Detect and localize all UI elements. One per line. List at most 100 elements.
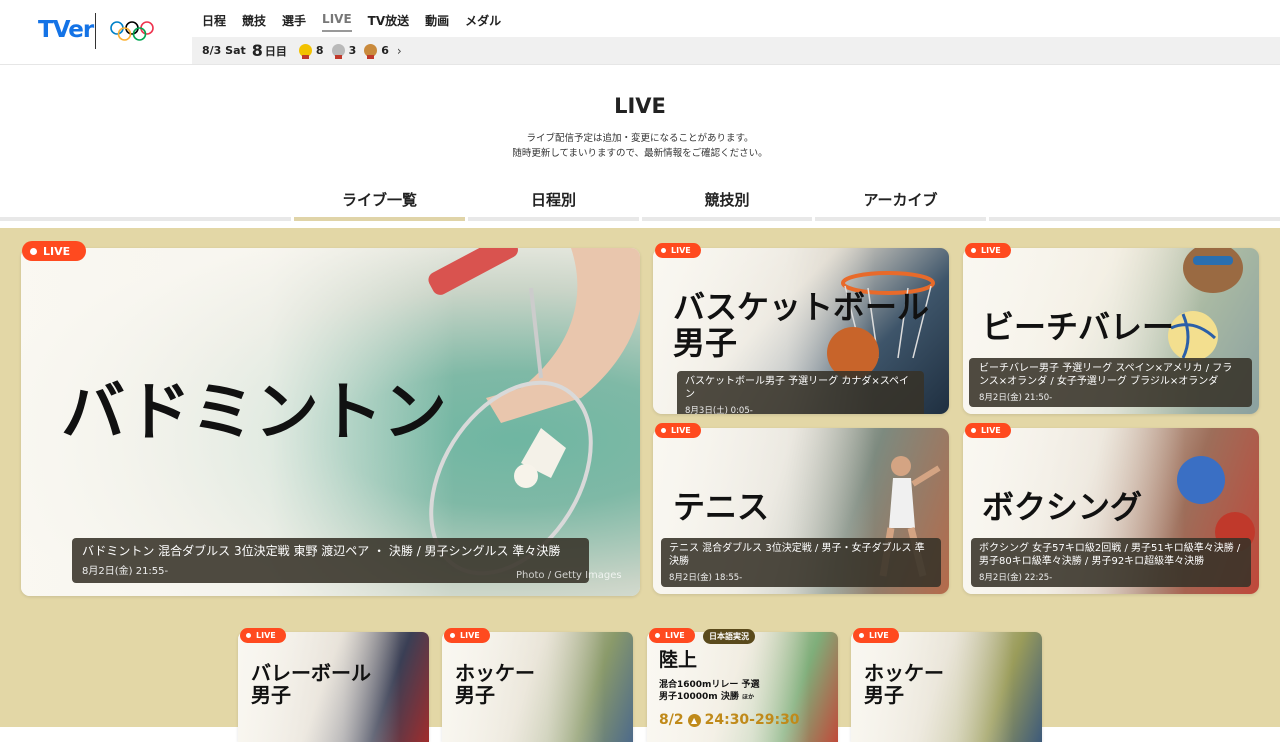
card-title-line-2: 男子 bbox=[864, 683, 904, 708]
bronze-medal-count: 6 bbox=[364, 44, 389, 59]
live-badge-text: LIVE bbox=[43, 244, 71, 258]
card-title: バレーボール 男子 bbox=[251, 662, 371, 707]
live-dot-icon bbox=[971, 248, 976, 253]
live-card-hockey-2[interactable]: ホッケー 男子 bbox=[851, 632, 1042, 742]
card-time: 8月2日(金) 18:55- bbox=[669, 573, 743, 583]
live-dot-icon bbox=[859, 633, 864, 638]
card-info-box: テニス 混合ダブルス 3位決定戦 / 男子・女子ダブルス 準決勝 8月2日(金)… bbox=[661, 538, 941, 587]
live-badge-text: LIVE bbox=[665, 631, 685, 640]
card-info-box: ボクシング 女子57キロ級2回戦 / 男子51キロ級準々決勝 / 男子80キロ級… bbox=[971, 538, 1251, 587]
tab-archive[interactable]: アーカイブ bbox=[815, 185, 986, 221]
card-time: 8月2日(金) 22:25- bbox=[979, 573, 1053, 583]
card-desc: バドミントン 混合ダブルス 3位決定戦 東野 渡辺ペア ・ 決勝 / 男子シング… bbox=[82, 544, 561, 558]
tab-by-sport[interactable]: 競技別 bbox=[642, 185, 812, 221]
card-title: バドミントン bbox=[61, 376, 447, 450]
card-subtitle-line-2: 男子10000m 決勝 ほか bbox=[659, 691, 760, 704]
live-badge: LIVE bbox=[444, 628, 490, 643]
bronze-medal-icon bbox=[364, 44, 378, 59]
nav-video[interactable]: 動画 bbox=[425, 12, 449, 32]
card-time: 8月2日(金) 21:55- bbox=[82, 566, 169, 577]
photo-credit: Photo / Getty Images bbox=[516, 570, 622, 581]
nav-schedule[interactable]: 日程 bbox=[202, 12, 226, 32]
card-subtitle-line-2-text: 男子10000m 決勝 bbox=[659, 692, 739, 702]
nav-sports[interactable]: 競技 bbox=[242, 12, 266, 32]
tab-by-date[interactable]: 日程別 bbox=[468, 185, 639, 221]
card-title: バスケットボール 男子 bbox=[673, 289, 929, 362]
live-dot-icon bbox=[661, 248, 666, 253]
japanese-commentary-badge: 日本語実況 bbox=[703, 629, 755, 644]
gold-count: 8 bbox=[315, 44, 324, 57]
card-info-box: ビーチバレー男子 予選リーグ スペイン×アメリカ / フランス×オランダ / 女… bbox=[969, 358, 1252, 407]
live-card-boxing[interactable]: ボクシング ボクシング 女子57キロ級2回戦 / 男子51キロ級準々決勝 / 男… bbox=[963, 428, 1259, 594]
card-title-line-1: ホッケー bbox=[864, 661, 944, 685]
live-badge-text: LIVE bbox=[671, 426, 691, 435]
logo-divider bbox=[95, 13, 96, 49]
nav-medals[interactable]: メダル bbox=[465, 12, 501, 32]
broadcast-time: 8/2 ▲ 24:30-29:30 bbox=[659, 712, 800, 728]
live-card-hockey-1[interactable]: ホッケー 男子 bbox=[442, 632, 633, 742]
live-dot-icon bbox=[450, 633, 455, 638]
silver-count: 3 bbox=[348, 44, 357, 57]
card-desc: テニス 混合ダブルス 3位決定戦 / 男子・女子ダブルス 準決勝 bbox=[669, 543, 925, 567]
broadcast-date: 8/2 bbox=[659, 712, 684, 728]
broadcast-time-range: 24:30-29:30 bbox=[704, 712, 800, 728]
chevron-right-icon[interactable]: › bbox=[397, 44, 402, 58]
nav-tv[interactable]: TV放送 bbox=[368, 12, 409, 32]
medal-bar[interactable]: 8/3 Sat 8 日目 8 3 6 › bbox=[192, 37, 1280, 64]
card-desc: バスケットボール男子 予選リーグ カナダ×スペイン bbox=[685, 376, 910, 400]
tver-logo-text: TVer bbox=[38, 17, 94, 43]
card-title-line-2: 男子 bbox=[455, 683, 495, 708]
card-title: ボクシング bbox=[982, 488, 1143, 526]
card-subtitle-more: ほか bbox=[741, 694, 754, 701]
card-time: 8月3日(土) 0:05- bbox=[685, 406, 753, 414]
live-badge-text: LIVE bbox=[256, 631, 276, 640]
card-title: テニス bbox=[673, 488, 770, 526]
live-badge-text: LIVE bbox=[869, 631, 889, 640]
live-badge: LIVE bbox=[649, 628, 695, 643]
live-badge-text: LIVE bbox=[671, 246, 691, 255]
tab-label: ライブ一覧 bbox=[341, 191, 417, 209]
tab-live-list[interactable]: ライブ一覧 bbox=[294, 185, 465, 221]
card-title-line-2: 男子 bbox=[251, 683, 291, 708]
card-info-box: バスケットボール男子 予選リーグ カナダ×スペイン 8月3日(土) 0:05- bbox=[677, 371, 924, 414]
live-dot-icon bbox=[971, 428, 976, 433]
medal-bar-date: 8/3 Sat bbox=[202, 44, 246, 57]
notice-line-2: 随時更新してまいりますので、最新情報をご確認ください。 bbox=[512, 148, 768, 159]
live-card-basketball[interactable]: バスケットボール 男子 バスケットボール男子 予選リーグ カナダ×スペイン 8月… bbox=[653, 248, 949, 414]
notice-line-1: ライブ配信予定は追加・変更になることがあります。 bbox=[526, 133, 754, 144]
live-content-area: バドミントン バドミントン 混合ダブルス 3位決定戦 東野 渡辺ペア ・ 決勝 … bbox=[0, 228, 1280, 742]
live-card-volleyball[interactable]: バレーボール 男子 bbox=[238, 632, 429, 742]
live-dot-icon bbox=[246, 633, 251, 638]
page-title: LIVE bbox=[614, 94, 666, 118]
main-nav: 日程 競技 選手 LIVE TV放送 動画 メダル bbox=[202, 12, 501, 32]
live-badge-text: LIVE bbox=[981, 426, 1001, 435]
card-info-box: バドミントン 混合ダブルス 3位決定戦 東野 渡辺ペア ・ 決勝 / 男子シング… bbox=[72, 538, 589, 583]
live-badge: LIVE bbox=[22, 241, 87, 261]
live-badge-text: LIVE bbox=[460, 631, 480, 640]
card-title-line-1: ホッケー bbox=[455, 661, 535, 685]
card-desc: ビーチバレー男子 予選リーグ スペイン×アメリカ / フランス×オランダ / 女… bbox=[979, 363, 1233, 387]
tab-label: 日程別 bbox=[530, 191, 576, 209]
tab-spacer-right bbox=[989, 185, 1280, 221]
nav-athletes[interactable]: 選手 bbox=[282, 12, 306, 32]
logo-area: TVer bbox=[0, 0, 192, 64]
card-subtitle-line-1: 混合1600mリレー 予選 bbox=[659, 680, 760, 690]
live-card-beachvolley[interactable]: ビーチバレー ビーチバレー男子 予選リーグ スペイン×アメリカ / フランス×オ… bbox=[963, 248, 1259, 414]
silver-medal-icon bbox=[331, 44, 345, 59]
tver-logo[interactable]: TVer bbox=[38, 17, 94, 43]
card-title-line-2: 男子 bbox=[673, 323, 738, 362]
live-card-tennis[interactable]: テニス テニス 混合ダブルス 3位決定戦 / 男子・女子ダブルス 準決勝 8月2… bbox=[653, 428, 949, 594]
card-title: ビーチバレー bbox=[982, 308, 1175, 346]
live-card-athletics[interactable]: 陸上 混合1600mリレー 予選 男子10000m 決勝 ほか 8/2 ▲ 24… bbox=[647, 632, 838, 742]
card-subtitle: 混合1600mリレー 予選 男子10000m 決勝 ほか bbox=[659, 679, 760, 704]
nav-live[interactable]: LIVE bbox=[322, 12, 352, 32]
live-dot-icon bbox=[30, 247, 37, 255]
tv-icon: ▲ bbox=[687, 713, 701, 727]
olympic-rings-icon bbox=[110, 21, 154, 41]
gold-medal-count: 8 bbox=[298, 44, 324, 59]
live-badge: LIVE bbox=[853, 628, 899, 643]
medal-bar-day-label: 日目 bbox=[264, 44, 287, 58]
live-card-badminton[interactable]: バドミントン バドミントン 混合ダブルス 3位決定戦 東野 渡辺ペア ・ 決勝 … bbox=[21, 248, 640, 596]
tab-spacer-left bbox=[0, 185, 291, 221]
card-title-line-1: バレーボール bbox=[251, 661, 371, 685]
